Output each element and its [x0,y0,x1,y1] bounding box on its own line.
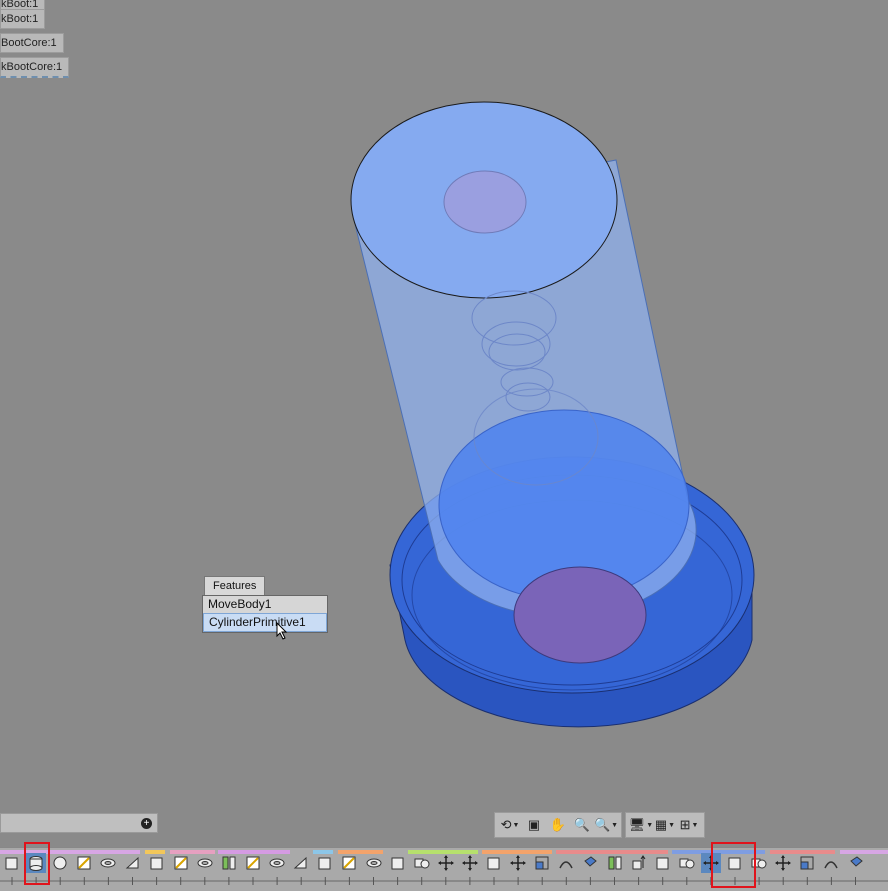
move-icon[interactable] [508,853,528,873]
features-list: MoveBody1 CylinderPrimitive1 [202,595,328,633]
torus-icon[interactable] [267,853,287,873]
pan-hand-icon[interactable]: ✋ [546,814,570,836]
hole-face[interactable] [513,566,647,664]
feature-item-cylinderprimitive[interactable]: CylinderPrimitive1 [203,613,327,632]
box-icon[interactable] [653,853,673,873]
extend-icon[interactable] [629,853,649,873]
box-icon[interactable] [2,853,22,873]
split-icon[interactable] [605,853,625,873]
wedge-icon[interactable] [291,853,311,873]
loft-icon[interactable] [556,853,576,873]
combine-icon[interactable] [677,853,697,873]
torus-icon[interactable] [195,853,215,873]
box-icon[interactable] [388,853,408,873]
zoom-fit-icon[interactable]: 🔍 ▼ [594,814,618,836]
view-toolbar: ⟲ ▼ ▣ ✋ 🔍 🔍 ▼ 🖥 ▼ ▦ ▼ ⊞ ▼ [494,812,705,838]
zoom-window-icon[interactable]: 🔍 [570,814,594,836]
move-icon[interactable] [460,853,480,873]
sphere-icon[interactable] [50,853,70,873]
search-input[interactable]: + [0,813,158,833]
orbit-icon[interactable]: ⟲ ▼ [498,814,522,836]
highlight-box [711,842,756,888]
display-settings-icon[interactable]: 🖥 ▼ [629,814,653,836]
viewport-3d[interactable] [0,0,888,890]
torus-icon[interactable] [364,853,384,873]
look-at-icon[interactable]: ▣ [522,814,546,836]
combine-icon[interactable] [412,853,432,873]
split-icon[interactable] [219,853,239,873]
grid-settings-icon[interactable]: ▦ ▼ [653,814,677,836]
feature-item-movebody[interactable]: MoveBody1 [203,596,327,613]
viewports-icon[interactable]: ⊞ ▼ [677,814,701,836]
shell-icon[interactable] [580,853,600,873]
sketch-icon[interactable] [171,853,191,873]
box-icon[interactable] [147,853,167,873]
scale-icon[interactable] [797,853,817,873]
move-icon[interactable] [436,853,456,873]
features-tab[interactable]: Features [204,576,266,595]
torus-icon[interactable] [98,853,118,873]
mouse-cursor-icon [276,622,288,640]
wedge-icon[interactable] [123,853,143,873]
scale-icon[interactable] [532,853,552,873]
move-icon[interactable] [773,853,793,873]
sketch-icon[interactable] [74,853,94,873]
sketch-icon[interactable] [243,853,263,873]
highlight-box [24,842,50,885]
box-icon[interactable] [315,853,335,873]
features-popup: Features MoveBody1 CylinderPrimitive1 [202,576,328,640]
shell-icon[interactable] [846,853,866,873]
sketch-icon[interactable] [339,853,359,873]
box-icon[interactable] [484,853,504,873]
search-go-icon[interactable]: + [141,818,152,829]
display-group: 🖥 ▼ ▦ ▼ ⊞ ▼ [625,812,705,838]
loft-icon[interactable] [821,853,841,873]
navigation-group: ⟲ ▼ ▣ ✋ 🔍 🔍 ▼ [494,812,622,838]
